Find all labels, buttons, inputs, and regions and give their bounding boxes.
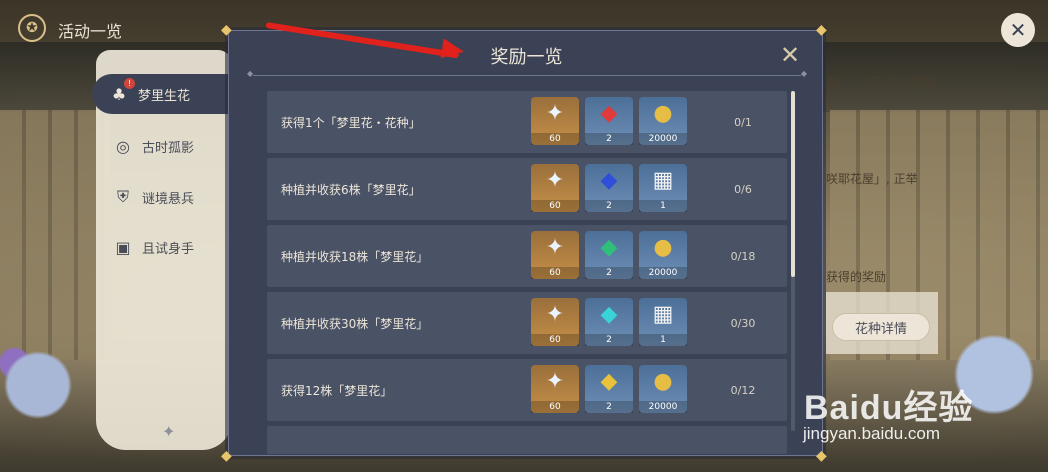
task-label: 获得1个「梦里花・花种」 <box>281 115 421 130</box>
sidebar-item-label: 古时孤影 <box>142 140 195 156</box>
shadow-icon: ◎ <box>116 136 130 156</box>
task-progress: 0/30 <box>730 316 756 330</box>
blue-crystal-icon: ◆ <box>600 168 618 193</box>
reward-item[interactable]: ● 20000 <box>639 231 687 279</box>
reward-item[interactable]: ✦ 60 <box>531 231 579 279</box>
reward-row: 种植并收获30株「梦里花」 ✦ 60 ◆ 2 ▦ 1 0/30 <box>267 292 787 354</box>
background-wall-left <box>0 110 110 360</box>
reward-qty: 60 <box>531 401 579 413</box>
baidu-watermark-url: jingyan.baidu.com <box>803 424 941 443</box>
gift-box-icon: ▦ <box>652 302 674 327</box>
event-emblem-icon: ✪ <box>18 14 46 42</box>
reward-item[interactable]: ◆ 2 <box>585 97 633 145</box>
primogem-icon: ✦ <box>545 302 565 327</box>
yellow-crystal-icon: ◆ <box>600 369 618 394</box>
page-title: 活动一览 <box>58 22 123 41</box>
reward-qty: 60 <box>531 200 579 212</box>
reward-item[interactable]: ● 20000 <box>639 97 687 145</box>
scrollbar-thumb[interactable] <box>791 91 795 277</box>
reward-item[interactable]: ✦ 60 <box>531 97 579 145</box>
reward-row: 获得1个「梦里花・花种」 ✦ 60 ◆ 2 ● 20000 0/1 <box>267 91 787 153</box>
primogem-icon: ✦ <box>545 235 565 260</box>
reward-item[interactable]: ✦ 60 <box>531 365 579 413</box>
reward-dialog: ◆ ◆ ◆ ◆ 奖励一览 ✕ 获得1个「梦里花・花种」 ✦ 60 ◆ 2 ● 2… <box>221 23 827 463</box>
description-text: 咲耶花屋」, 正举 <box>826 172 918 186</box>
sidebar-item-try-skill[interactable]: ▣ 且试身手 <box>96 227 232 267</box>
sidebar-item-ancient-shadow[interactable]: ◎ 古时孤影 <box>96 126 232 166</box>
dialog-close-icon[interactable]: ✕ <box>776 41 804 69</box>
task-label: 种植并收获6株「梦里花」 <box>281 182 421 197</box>
corner-ornament-icon: ◆ <box>816 448 827 464</box>
help-icon: ? <box>868 77 883 92</box>
sidebar-item-label: 梦里生花 <box>138 88 191 104</box>
baidu-watermark-logo: Baidu经验 <box>804 389 974 427</box>
sidebar-item-dream-flower[interactable]: ♣ ! 梦里生花 <box>92 74 232 114</box>
reward-item[interactable]: ▦ 1 <box>639 298 687 346</box>
cards-icon: ▣ <box>115 237 131 257</box>
primogem-icon: ✦ <box>545 101 565 126</box>
event-help-link[interactable]: ? 活动说明 <box>868 74 935 92</box>
flowers-left <box>0 330 95 440</box>
task-progress: 0/1 <box>734 115 752 129</box>
reward-qty: 1 <box>639 200 687 212</box>
reward-qty: 20000 <box>639 401 687 413</box>
primogem-icon: ✦ <box>545 369 565 394</box>
corner-ornament-icon: ◆ <box>221 448 232 464</box>
reward-qty: 2 <box>585 200 633 212</box>
sidebar-item-label: 且试身手 <box>142 241 195 257</box>
reward-row: 种植并收获18株「梦里花」 ✦ 60 ◆ 2 ● 20000 0/18 <box>267 225 787 287</box>
reward-item[interactable]: ✦ 60 <box>531 164 579 212</box>
red-crystal-icon: ◆ <box>600 101 618 126</box>
task-label: 种植并收获30株「梦里花」 <box>281 316 429 331</box>
task-progress: 0/12 <box>730 383 756 397</box>
reward-qty: 20000 <box>639 133 687 145</box>
reward-item[interactable]: ◆ 2 <box>585 298 633 346</box>
close-icon[interactable]: ✕ <box>1001 13 1035 47</box>
reward-item[interactable]: ◆ 2 <box>585 164 633 212</box>
primogem-icon: ✦ <box>545 168 565 193</box>
help-label: 活动说明 <box>887 76 936 90</box>
mora-coin-icon: ● <box>653 101 673 126</box>
sidebar-item-label: 谜境悬兵 <box>142 191 195 207</box>
reward-qty: 2 <box>585 334 633 346</box>
reward-row-partial <box>267 426 787 454</box>
reward-qty: 2 <box>585 267 633 279</box>
star-ornament-icon: ✦ <box>162 422 176 441</box>
task-progress: 0/6 <box>734 182 752 196</box>
reward-row: 种植并收获6株「梦里花」 ✦ 60 ◆ 2 ▦ 1 0/6 <box>267 158 787 220</box>
reward-qty: 1 <box>639 334 687 346</box>
reward-qty: 60 <box>531 133 579 145</box>
task-progress: 0/18 <box>730 249 756 263</box>
tab-fragment: 弃 <box>826 76 839 90</box>
corner-ornament-icon: ◆ <box>221 22 232 38</box>
mora-coin-icon: ● <box>653 369 673 394</box>
reward-qty: 2 <box>585 401 633 413</box>
sidebar-item-mystery-soldier[interactable]: ⛨ 谜境悬兵 <box>96 177 232 217</box>
corner-ornament-icon: ◆ <box>816 22 827 38</box>
reward-qty: 20000 <box>639 267 687 279</box>
mora-coin-icon: ● <box>653 235 673 260</box>
dialog-title: 奖励一览 <box>490 47 563 68</box>
gift-box-icon: ▦ <box>652 168 674 193</box>
armor-icon: ⛨ <box>116 187 129 206</box>
reward-qty: 60 <box>531 334 579 346</box>
task-label: 获得12株「梦里花」 <box>281 383 393 398</box>
title-divider <box>247 69 807 78</box>
reward-qty: 60 <box>531 267 579 279</box>
reward-item[interactable]: ✦ 60 <box>531 298 579 346</box>
seed-details-button[interactable]: 花种详情 <box>832 313 930 341</box>
annotation-arrow-head <box>440 38 466 62</box>
reward-item[interactable]: ◆ 2 <box>585 231 633 279</box>
task-label: 种植并收获18株「梦里花」 <box>281 249 429 264</box>
reward-item[interactable]: ◆ 2 <box>585 365 633 413</box>
alert-badge: ! <box>124 78 135 89</box>
reward-caption: 获得的奖励 <box>826 270 887 284</box>
reward-row: 获得12株「梦里花」 ✦ 60 ◆ 2 ● 20000 0/12 <box>267 359 787 421</box>
reward-item[interactable]: ▦ 1 <box>639 164 687 212</box>
green-crystal-icon: ◆ <box>600 235 618 260</box>
reward-qty: 2 <box>585 133 633 145</box>
cyan-crystal-icon: ◆ <box>600 302 618 327</box>
reward-item[interactable]: ● 20000 <box>639 365 687 413</box>
event-sidebar: ♣ ! 梦里生花 ◎ 古时孤影 ⛨ 谜境悬兵 ▣ 且试身手 ✦ <box>92 50 232 450</box>
